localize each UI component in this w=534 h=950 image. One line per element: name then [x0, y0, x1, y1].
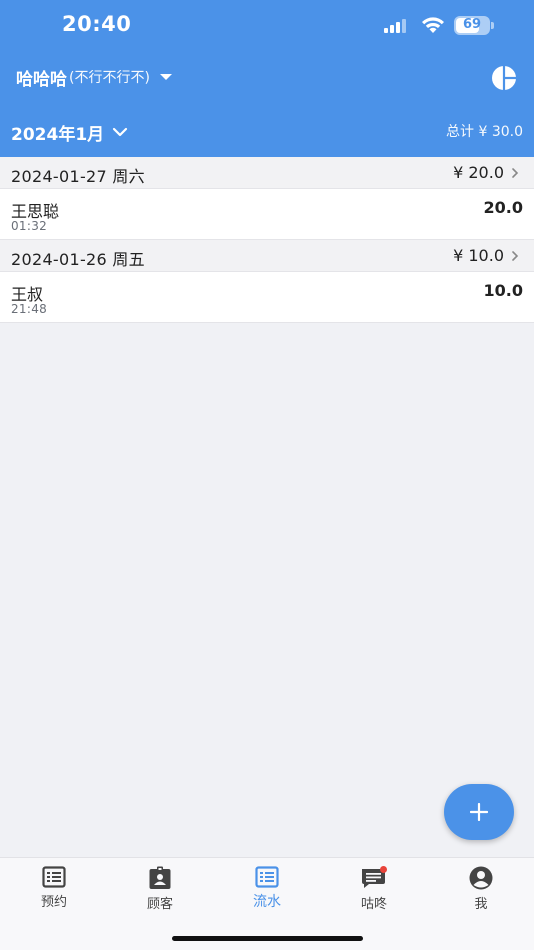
shop-name: 哈哈哈	[16, 69, 67, 90]
entry-amount: 10.0	[483, 281, 523, 300]
tab-customers[interactable]: 顾客	[120, 866, 200, 914]
pie-chart-icon[interactable]	[491, 65, 517, 91]
day-date: 2024-01-27 周六	[11, 167, 145, 186]
add-record-button[interactable]	[444, 784, 514, 840]
tab-label: 流水	[253, 894, 281, 910]
battery-icon: 69	[454, 16, 490, 35]
day-header[interactable]: 2024-01-26 周五 ¥ 10.0	[0, 240, 534, 272]
list-icon	[42, 866, 66, 888]
status-time: 20:40	[62, 12, 132, 36]
day-header[interactable]: 2024-01-27 周六 ¥ 20.0	[0, 157, 534, 189]
shop-subtitle: (不行不行不)	[69, 70, 150, 86]
tab-label: 预约	[40, 895, 67, 910]
tab-appointments[interactable]: 预约	[14, 866, 94, 914]
chevron-down-icon	[113, 127, 128, 137]
list-icon	[255, 866, 279, 888]
chevron-right-icon	[512, 251, 519, 261]
month-selector[interactable]: 2024年1月	[11, 119, 128, 145]
tab-label: 咕咚	[360, 897, 387, 912]
status-bar: 20:40 69	[0, 0, 534, 52]
chat-icon	[362, 866, 387, 888]
wifi-icon	[422, 17, 444, 33]
entry-time: 01:32	[11, 219, 48, 233]
profile-icon	[469, 866, 493, 890]
tab-label: 我	[474, 897, 488, 912]
entry-amount: 20.0	[483, 198, 523, 217]
plus-icon	[470, 803, 488, 821]
list-item[interactable]: 王叔 21:48 10.0	[0, 272, 534, 323]
day-date: 2024-01-26 周五	[11, 250, 145, 269]
notification-dot	[380, 866, 387, 873]
cellular-signal-icon	[384, 19, 410, 33]
tab-messages[interactable]: 咕咚	[334, 866, 414, 914]
battery-level: 69	[462, 17, 482, 32]
tab-label: 顾客	[146, 897, 173, 912]
chevron-right-icon	[512, 168, 519, 178]
month-label: 2024年1月	[11, 124, 105, 145]
battery-tip	[491, 22, 494, 29]
tab-ledger[interactable]: 流水	[227, 866, 307, 914]
caret-down-icon	[159, 74, 172, 80]
app-header: 20:40 69 哈哈哈 (不行不行不) 2024年1月 总计 ¥ 30.0	[0, 0, 534, 157]
day-total: ¥ 20.0	[453, 163, 504, 182]
list-item[interactable]: 王思聪 01:32 20.0	[0, 189, 534, 240]
month-total: 总计 ¥ 30.0	[446, 124, 523, 140]
contact-badge-icon	[149, 866, 171, 889]
tab-profile[interactable]: 我	[441, 866, 521, 914]
home-indicator	[172, 936, 363, 941]
shop-selector[interactable]: 哈哈哈 (不行不行不)	[16, 64, 172, 90]
day-total: ¥ 10.0	[453, 246, 504, 265]
entry-time: 21:48	[11, 302, 48, 316]
